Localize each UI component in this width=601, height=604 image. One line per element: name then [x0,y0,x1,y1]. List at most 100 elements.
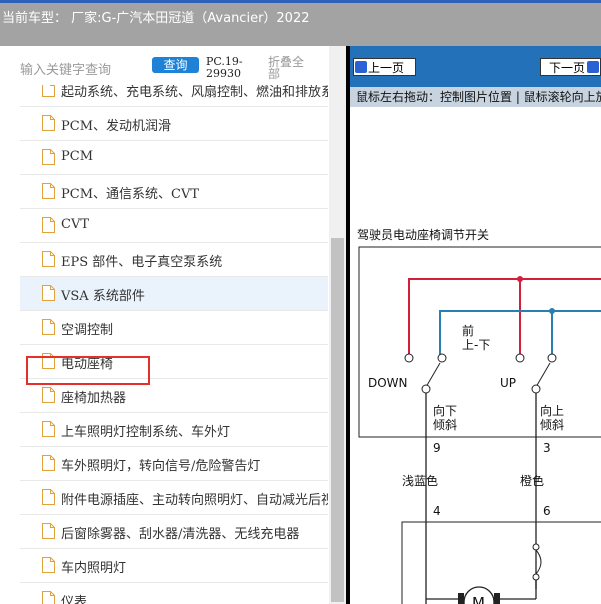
arrow-left-icon [355,61,367,73]
down-label: DOWN [368,376,408,390]
motor-switch-arc [535,549,542,575]
diagram-title: 驾驶员电动座椅调节开关 [357,227,489,242]
tree-item[interactable]: PCM、发动机润滑 [20,107,328,141]
right-tilt-2: 倾斜 [540,418,564,432]
tree-item[interactable]: CVT [20,209,328,243]
tree-item[interactable]: 起动系统、充电系统、风扇控制、燃油和排放系统 [20,85,328,107]
tree-item-label: 车外照明灯，转向信号/危险警告灯 [61,459,261,474]
blue-wire [439,310,553,357]
document-icon [42,421,55,437]
search-input[interactable]: 输入关键字查询 [20,59,111,78]
pin-right-bottom: 6 [543,504,551,518]
pivot-right [531,384,541,394]
motor-brush-left [458,593,464,604]
tree-item[interactable]: 仪表 [20,583,328,604]
document-icon [42,591,55,604]
tree-item-label: PCM、通信系统、CVT [61,187,200,202]
viewer-hint: 鼠标左右拖动：控制图片位置 | 鼠标滚轮向上放大 [350,87,601,107]
tree-list: 起动系统、充电系统、风扇控制、燃油和排放系统 PCM、发动机润滑 PCM PCM、通信… [20,85,328,604]
document-icon [42,455,55,471]
document-icon [42,115,55,131]
tree-item-label: 附件电源插座、主动转向照明灯、自动减光后视镜 [61,493,328,508]
right-panel: 上一页 下一页 鼠标左右拖动：控制图片位置 | 鼠标滚轮向上放大 驾驶员电动座椅… [346,46,601,604]
document-icon [42,251,55,267]
document-icon [42,319,55,335]
motor-brush-right [494,593,500,604]
left-panel: 输入关键字查询 查询 PC.19-29930 折叠全部 起动系统、充电系统、风扇… [0,46,346,604]
blue-junction [549,308,555,314]
document-icon [42,557,55,573]
title-bar: 当前车型： 厂家:G-广汽本田冠道（Avancier）2022 [0,0,601,46]
motor-box [401,521,601,604]
motor-contact-bottom [532,573,540,581]
tree-item[interactable]: PCM、通信系统、CVT [20,175,328,209]
tree-item-label: PCM、发动机润滑 [61,119,172,134]
tree-item-label: 座椅加热器 [61,391,127,406]
tree-item-label: 起动系统、充电系统、风扇控制、燃油和排放系统 [61,85,328,100]
pin-left-bottom: 4 [433,504,441,518]
tree-item[interactable]: PCM [20,141,328,175]
tree-item-label: 后窗除雾器、刮水器/清洗器、无线充电器 [61,527,300,542]
pin-right-top: 3 [543,441,551,455]
tree-item-label: PCM [61,149,94,164]
contact-down-left [404,353,414,363]
tree-item-label: 空调控制 [61,323,114,338]
document-icon [42,523,55,539]
tree-item-label: CVT [61,217,90,232]
highlight-box [26,356,150,385]
document-icon [42,387,55,403]
motor-contact-top [532,543,540,551]
document-icon [42,489,55,505]
contact-up-left [515,353,525,363]
contact-up-right [547,353,557,363]
left-tilt-2: 倾斜 [433,418,457,432]
tree-item-label: VSA 系统部件 [61,289,145,304]
document-icon [42,217,55,233]
tree-item-label: 仪表 [61,595,88,604]
right-tilt-1: 向上 [540,403,564,418]
scroll-thumb[interactable] [331,238,344,602]
pin-left-top: 9 [433,441,441,455]
next-page-label: 下一页 [549,61,586,75]
tree-item[interactable]: 空调控制 [20,311,328,345]
document-icon [42,285,55,301]
prev-page-button[interactable]: 上一页 [353,58,416,76]
contact-down-right [437,353,447,363]
tree-item[interactable]: 车外照明灯，转向信号/危险警告灯 [20,447,328,481]
red-junction [517,276,523,282]
wire-color-right: 橙色 [520,473,544,488]
front-label-1: 前 [462,323,474,338]
wiring-diagram[interactable]: 驾驶员电动座椅调节开关 前 上-下 DOWN UP 向下 倾斜 向上 倾斜 9 … [350,107,601,604]
arrow-right-icon [587,61,599,73]
document-code: PC.19-29930 [206,55,243,80]
motor-label: M [472,594,485,604]
front-label-2: 上-下 [462,338,490,352]
document-icon [42,85,55,97]
tree-scrollbar[interactable] [329,46,346,604]
next-page-button[interactable]: 下一页 [540,58,601,76]
tree-item[interactable]: 上车照明灯控制系统、车外灯 [20,413,328,447]
switch-lever-right [535,362,551,388]
tree-item[interactable]: 车内照明灯 [20,549,328,583]
query-button[interactable]: 查询 [152,57,199,73]
tree-item-label: 上车照明灯控制系统、车外灯 [61,425,231,440]
document-icon [42,183,55,199]
diagram-viewer: 上一页 下一页 鼠标左右拖动：控制图片位置 | 鼠标滚轮向上放大 驾驶员电动座椅… [350,46,601,604]
tree-item[interactable]: VSA 系统部件 [20,277,328,311]
up-label: UP [500,376,516,390]
switch-lever-left [425,362,441,388]
prev-page-label: 上一页 [368,61,405,75]
collapse-all-button[interactable]: 折叠全部 [268,56,310,80]
tree-item-label: 车内照明灯 [61,561,127,576]
document-icon [42,149,55,165]
wire-color-left: 浅蓝色 [402,474,438,488]
tree-item-label: EPS 部件、电子真空泵系统 [61,255,223,270]
tree-item[interactable]: 附件电源插座、主动转向照明灯、自动减光后视镜 [20,481,328,515]
pivot-left [421,384,431,394]
tree-item[interactable]: 后窗除雾器、刮水器/清洗器、无线充电器 [20,515,328,549]
viewer-nav: 上一页 下一页 [350,46,601,87]
window-edge [0,0,601,3]
tree-item[interactable]: EPS 部件、电子真空泵系统 [20,243,328,277]
left-tilt-1: 向下 [433,403,457,418]
vehicle-title: 当前车型： 厂家:G-广汽本田冠道（Avancier）2022 [2,11,310,26]
